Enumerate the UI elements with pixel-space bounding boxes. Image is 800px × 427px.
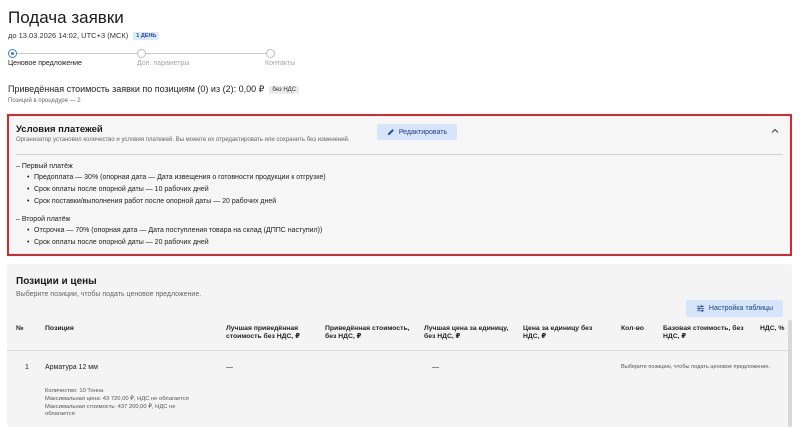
column-header-best-unit[interactable]: Лучшая цена за единицу, без НДС, ₽ (424, 325, 512, 342)
deadline-row: до 13.03.2026 14:02, UTC+3 (МСК) 1 ДЕНЬ (8, 31, 160, 40)
row-hint: Выберите позицию, чтобы подать ценовое п… (621, 364, 771, 370)
stepper-line (146, 53, 266, 54)
edit-button-label: Редактировать (398, 128, 448, 136)
list-item: Срок оплаты после опорной даты — 10 рабо… (16, 186, 783, 198)
row-max-cost: Максимальная стоимость: 437 200,00 ₽, НД… (45, 403, 176, 418)
step-label-price[interactable]: Ценовое предложение (8, 60, 82, 67)
page-title: Подача заявки (8, 8, 124, 27)
payment-group-title[interactable]: – Первый платёж (16, 163, 783, 174)
list-item: Отсрочка — 70% (опорная дата — Дата пост… (16, 227, 783, 239)
payment-terms-description: Организатор установил количество и услов… (16, 137, 350, 143)
scrollbar[interactable] (788, 320, 792, 427)
sliders-icon (696, 304, 705, 313)
edit-button[interactable]: Редактировать (377, 124, 457, 140)
chevron-up-icon[interactable] (770, 126, 780, 136)
column-header-unit-price[interactable]: Цена за единицу без НДС, ₽ (523, 325, 608, 342)
stepper: Ценовое предложение Доп. параметры Конта… (8, 48, 308, 70)
list-item: Предоплата — 30% (опорная дата — Дата из… (16, 174, 783, 186)
step-label-contacts[interactable]: Контакты (265, 60, 295, 67)
cost-summary-text: Приведённая стоимость заявки по позициям… (8, 84, 265, 94)
row-best-unit: — (432, 364, 439, 371)
row-max-price: Максимальная цена: 43 720,00 ₽, НДС не о… (45, 395, 189, 402)
positions-panel: Позиции и цены Выберите позиции, чтобы п… (7, 264, 792, 427)
payment-group-first: – Первый платёж Предоплата — 30% (опорна… (16, 163, 783, 210)
table-settings-label: Настройка таблицы (708, 305, 774, 312)
payment-group-second: – Второй платёж Отсрочка — 70% (опорная … (16, 216, 783, 251)
divider (16, 154, 783, 155)
stepper-line (17, 53, 137, 54)
row-quantity: Количество: 10 Тонна (45, 388, 104, 394)
step-dot-params[interactable] (137, 49, 146, 58)
step-label-params[interactable]: Доп. параметры (137, 60, 189, 67)
column-header-best-total[interactable]: Лучшая приведённая стоимость без НДС, ₽ (226, 325, 316, 342)
vat-badge: без НДС (269, 85, 300, 94)
divider (7, 350, 792, 351)
payment-terms-title: Условия платежей (16, 124, 103, 135)
step-dot-contacts[interactable] (266, 49, 275, 58)
list-item: Срок поставки/выполнения работ после опо… (16, 198, 783, 210)
row-best-total: — (226, 364, 233, 371)
positions-title: Позиции и цены (16, 276, 97, 287)
deadline-badge: 1 ДЕНЬ (133, 31, 160, 40)
payment-group-title[interactable]: – Второй платёж (16, 216, 783, 227)
row-position-name[interactable]: Арматура 12 мм (45, 364, 98, 371)
positions-count: Позиций в процедуре — 2 (8, 98, 81, 104)
column-header-total[interactable]: Приведённая стоимость, без НДС, ₽ (325, 325, 413, 342)
column-header-number[interactable]: № (16, 325, 24, 333)
column-header-quantity[interactable]: Кол-во (621, 325, 644, 333)
column-header-position[interactable]: Позиция (45, 325, 74, 333)
table-settings-button[interactable]: Настройка таблицы (686, 300, 783, 317)
row-details: Количество: 10 Тонна Максимальная цена: … (45, 388, 205, 419)
pencil-icon (387, 128, 395, 136)
row-number: 1 (25, 364, 29, 371)
positions-description: Выберите позиции, чтобы подать ценовое п… (16, 291, 202, 298)
column-header-base-cost[interactable]: Базовая стоимость, без НДС, ₽ (663, 325, 753, 342)
column-header-vat[interactable]: НДС, % (760, 325, 784, 333)
payment-terms-panel: Условия платежей Организатор установил к… (7, 114, 792, 256)
step-dot-price[interactable] (8, 49, 17, 58)
deadline-text: до 13.03.2026 14:02, UTC+3 (МСК) (8, 31, 129, 40)
list-item: Срок оплаты после опорной даты — 20 рабо… (16, 239, 783, 251)
cost-summary: Приведённая стоимость заявки по позициям… (8, 84, 300, 95)
payment-terms-list: – Первый платёж Предоплата — 30% (опорна… (16, 163, 783, 257)
